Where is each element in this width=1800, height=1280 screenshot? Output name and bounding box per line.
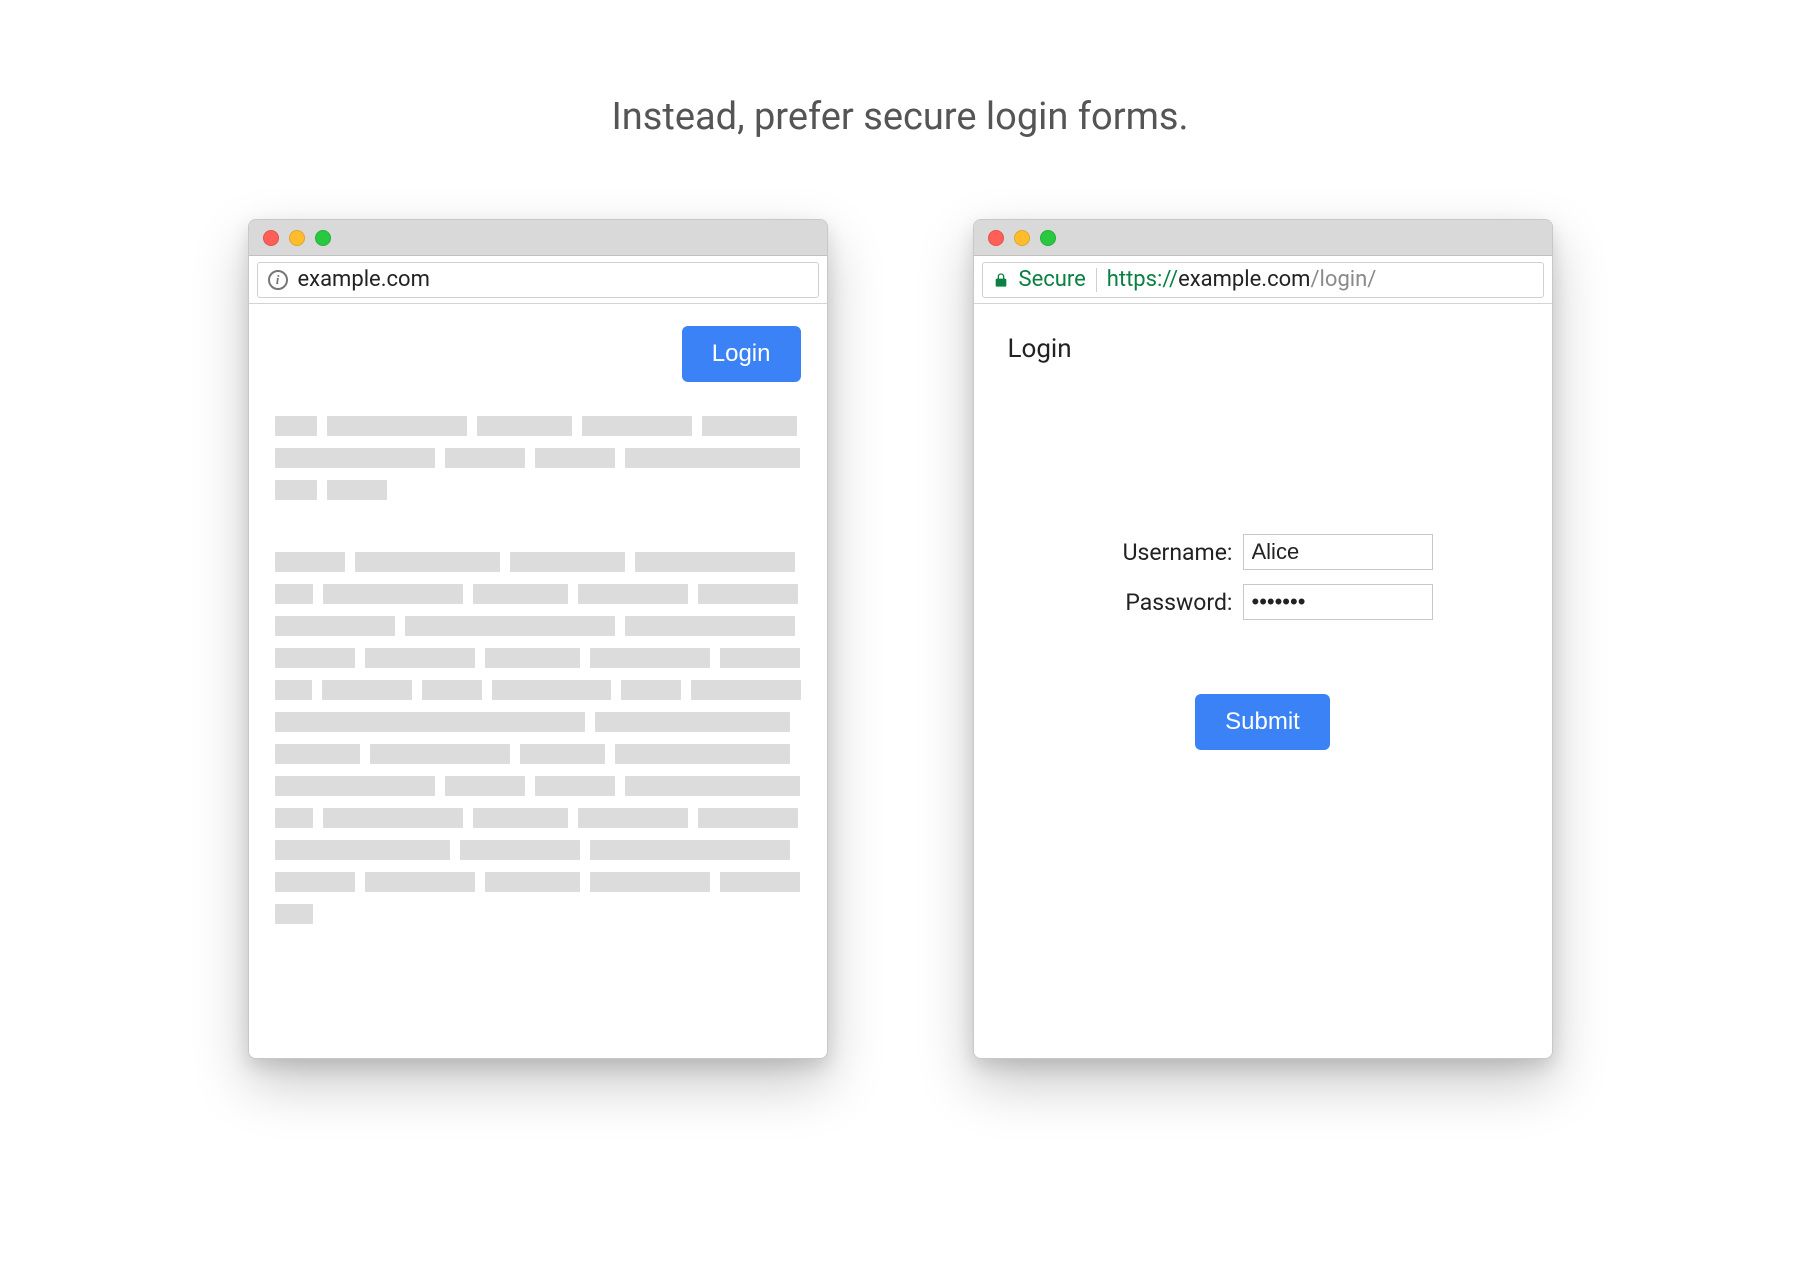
- browser-window-insecure: i example.com Login: [248, 219, 828, 1059]
- address-field[interactable]: i example.com: [257, 262, 819, 298]
- addressbar-row: i example.com: [249, 256, 827, 304]
- url-text: https://example.com/login/: [1107, 267, 1377, 292]
- url-host: example.com: [1178, 267, 1310, 292]
- close-icon[interactable]: [988, 230, 1004, 246]
- login-button[interactable]: Login: [682, 326, 801, 382]
- content-area: Login: [249, 304, 827, 1058]
- windows-row: i example.com Login: [248, 219, 1553, 1059]
- address-field[interactable]: Secure https://example.com/login/: [982, 262, 1544, 298]
- username-row: Username:: [1093, 534, 1433, 570]
- username-label: Username:: [1093, 539, 1233, 566]
- browser-window-secure: Secure https://example.com/login/ Login …: [973, 219, 1553, 1059]
- close-icon[interactable]: [263, 230, 279, 246]
- addressbar-row: Secure https://example.com/login/: [974, 256, 1552, 304]
- url-scheme: https://: [1107, 267, 1178, 292]
- lock-icon: [993, 271, 1009, 289]
- login-heading: Login: [1008, 334, 1526, 364]
- login-form: Username: Password: Submit: [1000, 534, 1526, 750]
- divider: [1096, 268, 1097, 292]
- login-nav: Login: [275, 326, 801, 382]
- username-input[interactable]: [1243, 534, 1433, 570]
- submit-button[interactable]: Submit: [1195, 694, 1330, 750]
- titlebar: [249, 220, 827, 256]
- maximize-icon[interactable]: [1040, 230, 1056, 246]
- minimize-icon[interactable]: [289, 230, 305, 246]
- page-title: Instead, prefer secure login forms.: [611, 95, 1188, 139]
- content-area: Login Username: Password: Submit: [974, 304, 1552, 1058]
- password-label: Password:: [1093, 589, 1233, 616]
- secure-label: Secure: [1019, 267, 1086, 292]
- password-input[interactable]: [1243, 584, 1433, 620]
- url-path: /login/: [1310, 267, 1376, 292]
- placeholder-content: [275, 416, 801, 924]
- password-row: Password:: [1093, 584, 1433, 620]
- info-icon[interactable]: i: [268, 270, 288, 290]
- minimize-icon[interactable]: [1014, 230, 1030, 246]
- url-text: example.com: [298, 267, 430, 292]
- maximize-icon[interactable]: [315, 230, 331, 246]
- titlebar: [974, 220, 1552, 256]
